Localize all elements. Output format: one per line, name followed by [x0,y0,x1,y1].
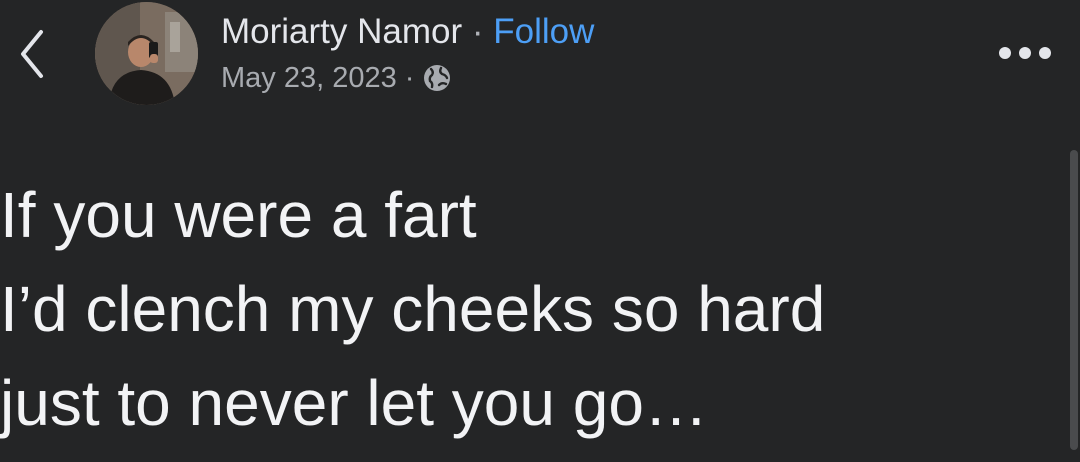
meta-separator: · [404,62,415,94]
post-line: I’d clench my cheeks so hard [0,273,826,345]
chevron-left-icon [21,30,43,78]
globe-icon [422,63,452,93]
back-button[interactable] [12,28,52,80]
follow-button[interactable]: Follow [493,12,594,51]
post-line: If you were a fart [0,179,477,251]
more-horizontal-icon [999,47,1051,59]
post-text: If you were a fart I’d clench my cheeks … [0,168,1060,450]
post-date[interactable]: May 23, 2023 [221,60,397,96]
profile-photo [95,2,198,105]
post-line: just to never let you go… [0,367,708,439]
avatar[interactable] [95,2,198,105]
post-meta: May 23, 2023 · [221,60,594,96]
author-name[interactable]: Moriarty Namor [221,12,462,51]
author-line: Moriarty Namor · Follow [221,10,594,54]
name-separator: · [471,12,484,51]
more-options-button[interactable] [995,38,1055,68]
scrollbar[interactable] [1070,150,1078,450]
post-header: Moriarty Namor · Follow May 23, 2023 · [221,10,594,110]
